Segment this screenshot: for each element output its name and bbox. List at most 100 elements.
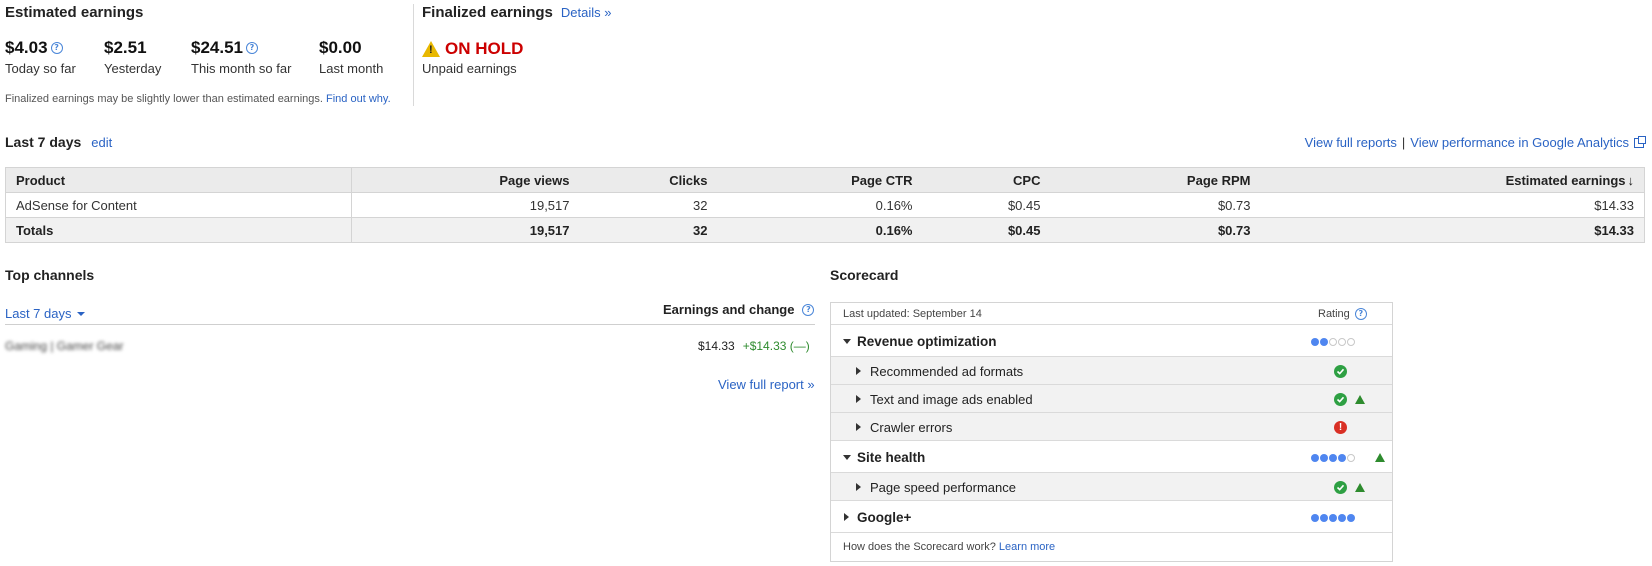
sort-desc-icon: ↓ <box>1627 172 1635 188</box>
cell-product: AdSense for Content <box>5 192 352 218</box>
trend-up-icon <box>1355 482 1365 492</box>
category-name: Revenue optimization <box>857 333 997 349</box>
channel-earnings: $14.33 +$14.33 (—) <box>698 339 810 353</box>
metric-last-month-value: $0.00 <box>319 38 362 57</box>
help-icon[interactable]: ? <box>246 42 258 54</box>
table-totals-row: Totals 19,517 32 0.16% $0.45 $0.73 $14.3… <box>5 217 1645 243</box>
footer-question: How does the Scorecard work? <box>843 541 996 553</box>
link-separator: | <box>1401 135 1406 150</box>
top-channels-divider <box>5 324 815 325</box>
unpaid-earnings-label: Unpaid earnings <box>422 61 517 76</box>
col-header-clicks[interactable]: Clicks <box>579 167 718 193</box>
rating-dot-empty <box>1338 337 1346 346</box>
item-recommended-ad-formats[interactable]: Recommended ad formats <box>831 356 1392 385</box>
rating-dots <box>1310 334 1355 349</box>
finalized-earnings-title: Finalized earnings <box>422 4 553 21</box>
check-icon <box>1334 392 1347 406</box>
totals-clicks: 32 <box>579 217 718 243</box>
details-link[interactable]: Details » <box>561 5 612 20</box>
totals-page-ctr: 0.16% <box>717 217 923 243</box>
cell-estimated-earnings: $14.33 <box>1260 192 1645 218</box>
help-icon[interactable]: ? <box>802 303 815 316</box>
rating-dot-empty <box>1347 337 1355 346</box>
metric-today-label: Today so far <box>5 61 76 76</box>
totals-page-rpm: $0.73 <box>1050 217 1261 243</box>
rating-dot-filled <box>1311 453 1319 462</box>
last7-header: Last 7 days edit <box>5 134 112 150</box>
channel-name: Gaming | Gamer Gear <box>5 339 124 353</box>
scorecard-footer: How does the Scorecard work? Learn more <box>831 532 1392 561</box>
view-full-reports-link[interactable]: View full reports <box>1305 135 1397 150</box>
collapsed-triangle-icon <box>856 395 861 403</box>
collapsed-triangle-icon <box>844 513 849 521</box>
earnings-change-header: Earnings and change ? <box>663 302 815 317</box>
col-header-cpc[interactable]: CPC <box>922 167 1051 193</box>
view-full-report-link[interactable]: View full report » <box>718 377 815 392</box>
col-header-page-ctr[interactable]: Page CTR <box>717 167 923 193</box>
estimated-earnings-title: Estimated earnings <box>5 4 144 21</box>
item-name: Text and image ads enabled <box>870 391 1033 407</box>
totals-label: Totals <box>5 217 352 243</box>
metric-this-month: $24.51? This month so far <box>191 38 291 76</box>
rating-dot-empty <box>1347 453 1355 462</box>
col-header-page-views[interactable]: Page views <box>351 167 580 193</box>
edit-link[interactable]: edit <box>91 135 112 150</box>
category-revenue-optimization[interactable]: Revenue optimization <box>831 324 1392 357</box>
rating-dot-filled <box>1329 513 1337 522</box>
warning-icon <box>422 41 440 57</box>
rating-dot-filled <box>1347 513 1355 522</box>
col-header-product[interactable]: Product <box>5 167 352 193</box>
collapsed-triangle-icon <box>856 423 861 431</box>
rating-dot-filled <box>1338 513 1346 522</box>
metric-this-month-label: This month so far <box>191 61 292 76</box>
collapsed-triangle-icon <box>856 483 861 491</box>
trend-up-icon <box>1375 452 1385 462</box>
metric-yesterday-value: $2.51 <box>104 38 147 57</box>
expand-triangle-icon <box>843 454 851 460</box>
scorecard-panel: Last updated: September 14 Rating ? Reve… <box>830 302 1393 562</box>
scorecard-title: Scorecard <box>830 267 899 283</box>
scorecard-header: Last updated: September 14 Rating ? <box>831 303 1392 324</box>
channel-earnings-change: +$14.33 (—) <box>742 339 810 353</box>
help-icon[interactable]: ? <box>50 42 63 54</box>
rating-header: Rating ? <box>1318 307 1367 320</box>
external-link-icon[interactable] <box>1634 135 1646 148</box>
channel-earnings-value: $14.33 <box>698 339 735 353</box>
products-table: Product Page views Clicks Page CTR CPC P… <box>5 167 1645 243</box>
range-dropdown[interactable]: Last 7 days <box>5 306 85 321</box>
rating-dot-filled <box>1320 513 1328 522</box>
estimated-earnings-header-label: Estimated earnings <box>1505 172 1626 188</box>
cell-cpc: $0.45 <box>922 192 1051 218</box>
check-icon <box>1334 364 1347 378</box>
help-icon[interactable]: ? <box>1354 307 1367 320</box>
finalized-header: Finalized earnings Details » <box>422 4 611 21</box>
metric-last-month-label: Last month <box>319 61 384 76</box>
learn-more-link[interactable]: Learn more <box>999 541 1055 553</box>
cell-page-rpm: $0.73 <box>1050 192 1261 218</box>
cell-page-ctr: 0.16% <box>717 192 923 218</box>
item-crawler-errors[interactable]: Crawler errors ! <box>831 412 1392 441</box>
category-google-plus[interactable]: Google+ <box>831 500 1392 533</box>
col-header-estimated-earnings[interactable]: Estimated earnings ↓ <box>1260 167 1645 193</box>
metric-yesterday: $2.51 Yesterday <box>104 38 161 76</box>
rating-dots <box>1310 510 1355 525</box>
collapsed-triangle-icon <box>856 367 861 375</box>
last-updated-text: Last updated: September 14 <box>843 307 982 320</box>
section-divider <box>413 4 414 106</box>
rating-dot-filled <box>1320 337 1328 346</box>
category-name: Site health <box>857 449 926 465</box>
totals-estimated-earnings: $14.33 <box>1260 217 1645 243</box>
table-header-row: Product Page views Clicks Page CTR CPC P… <box>5 167 1645 193</box>
item-page-speed[interactable]: Page speed performance <box>831 472 1392 501</box>
find-out-why-link[interactable]: Find out why. <box>326 93 391 105</box>
rating-dot-filled <box>1311 513 1319 522</box>
category-site-health[interactable]: Site health <box>831 440 1392 473</box>
col-header-page-rpm[interactable]: Page RPM <box>1050 167 1261 193</box>
item-text-image-ads[interactable]: Text and image ads enabled <box>831 384 1392 413</box>
report-links: View full reports | View performance in … <box>1305 135 1646 150</box>
cell-clicks: 32 <box>579 192 718 218</box>
rating-dot-filled <box>1320 453 1328 462</box>
view-analytics-link[interactable]: View performance in Google Analytics <box>1410 135 1629 150</box>
totals-page-views: 19,517 <box>351 217 580 243</box>
metric-this-month-value: $24.51 <box>191 38 243 57</box>
